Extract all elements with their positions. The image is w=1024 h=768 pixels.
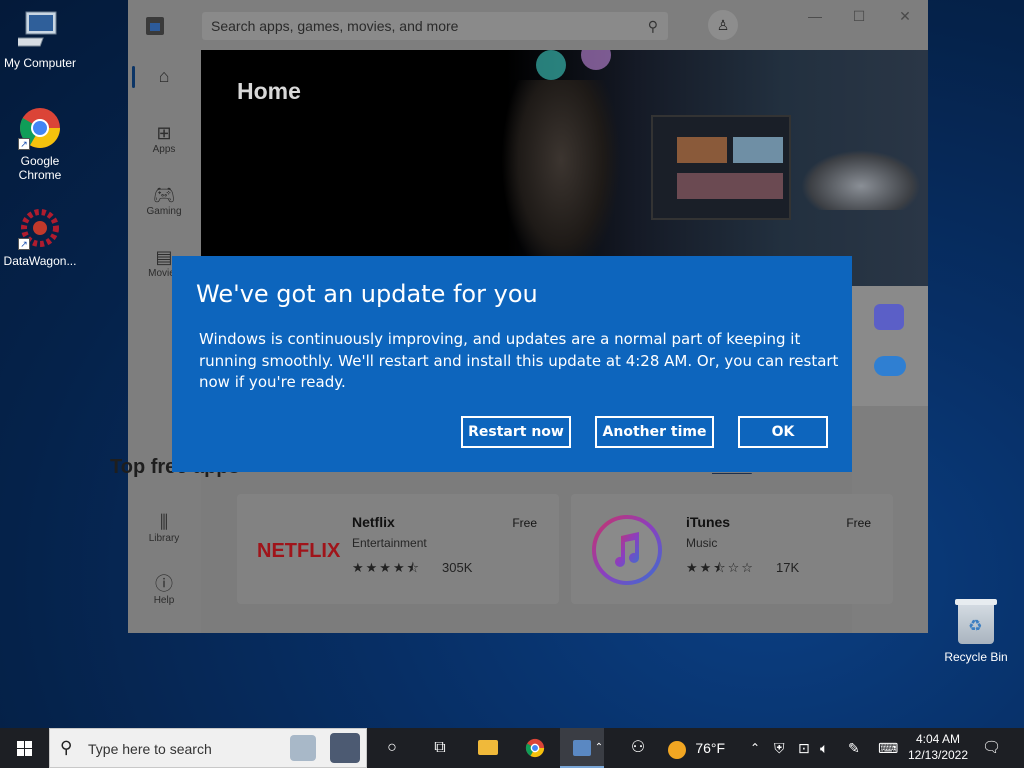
chrome-icon: ↗ (18, 106, 62, 150)
volume-icon[interactable]: 🔈︎ (820, 728, 838, 768)
close-button[interactable]: ✕ (890, 8, 920, 25)
datawagon-icon: ↗ (18, 206, 62, 250)
dialog-message: Windows is continuously improving, and u… (199, 330, 839, 391)
search-icon: ⚲ (60, 738, 73, 757)
taskbar-search-placeholder: Type here to search (88, 741, 212, 757)
weather-sun-icon (668, 740, 686, 759)
hero-person-image (501, 80, 621, 280)
search-highlight-icon (330, 733, 360, 763)
restart-now-button[interactable]: Restart now (461, 416, 571, 448)
search-placeholder: Search apps, games, movies, and more (211, 18, 459, 34)
store-search-input[interactable]: Search apps, games, movies, and more ⚲ (202, 12, 668, 40)
clock-date: 12/13/2022 (907, 748, 969, 762)
hero-title: Home (237, 78, 301, 104)
search-highlight-icon (290, 735, 316, 761)
desktop-icon-label: My Computer (3, 56, 77, 70)
desktop-icon-recycle-bin[interactable]: ♻ Recycle Bin (940, 599, 1012, 664)
app-card-netflix[interactable]: NETFLIX Netflix Entertainment Free ★★★★⯪… (237, 494, 559, 604)
ok-button[interactable]: OK (738, 416, 828, 448)
itunes-logo (585, 514, 667, 586)
teams-icon (874, 304, 904, 330)
netflix-logo: NETFLIX (257, 540, 341, 562)
help-icon: ⓘ (155, 574, 173, 594)
defender-icon[interactable]: ⛨ (774, 728, 792, 768)
maximize-button[interactable]: ☐ (844, 8, 874, 25)
nav-item-gaming[interactable]: 🎮︎ Gaming (128, 184, 200, 217)
hero-car-image (801, 150, 921, 210)
people-icon[interactable]: ⚇ (616, 728, 660, 768)
desktop-icon-label: Recycle Bin (944, 650, 1008, 664)
cortana-icon[interactable]: ○ (370, 728, 414, 768)
task-view-icon[interactable]: ⧉ (418, 728, 462, 768)
taskbar-overflow-icon[interactable]: ⌃ (592, 728, 606, 768)
hero-light (581, 50, 611, 70)
keyboard-icon[interactable]: ⌨ (878, 728, 900, 768)
chrome-taskbar-icon[interactable] (513, 728, 557, 768)
nav-item-home[interactable]: ⌂ (128, 65, 200, 87)
cloud-icon (874, 356, 906, 376)
tray-overflow-icon[interactable]: ⌃ (750, 728, 764, 768)
app-price: Free (512, 516, 537, 530)
computer-icon (7, 8, 62, 52)
weather-widget[interactable]: 76°F (668, 728, 732, 768)
desktop-icon-my-computer[interactable]: My Computer (0, 8, 80, 70)
app-category: Music (686, 536, 718, 550)
taskbar-clock[interactable]: 4:04 AM 12/13/2022 (904, 731, 972, 763)
apps-icon: ⊞ (156, 123, 172, 143)
hero-banner[interactable]: Home (201, 50, 928, 286)
hero-monitor-image (651, 115, 791, 220)
nav-item-library[interactable]: ⫼ Library (128, 511, 200, 544)
nav-item-help[interactable]: ⓘ Help (128, 573, 200, 606)
review-count: 17K (776, 560, 800, 575)
nav-label: Apps (152, 144, 176, 155)
gamepad-icon: 🎮︎ (152, 185, 176, 205)
rating-stars: ★★★★⯪ (352, 560, 421, 575)
notifications-icon[interactable]: 🗨︎ (982, 728, 1002, 768)
another-time-button[interactable]: Another time (595, 416, 714, 448)
app-name: Netflix (352, 514, 395, 530)
dialog-title: We've got an update for you (196, 280, 538, 308)
taskbar-search-box[interactable]: ⚲ Type here to search (49, 728, 367, 768)
desktop-icon-chrome[interactable]: ↗ Google Chrome (0, 106, 80, 182)
app-name: iTunes (686, 514, 731, 530)
nav-label: Help (153, 595, 175, 606)
promo-tile[interactable] (852, 286, 928, 406)
shortcut-arrow-icon: ↗ (18, 138, 30, 150)
weather-temp: 76°F (695, 740, 726, 756)
app-category: Entertainment (352, 536, 427, 550)
clock-time: 4:04 AM (915, 732, 961, 746)
start-button[interactable] (0, 728, 48, 768)
hero-light (536, 50, 566, 80)
desktop-icon-datawagon[interactable]: ↗ DataWagon... (0, 206, 80, 268)
desktop-icon-label: DataWagon... (3, 254, 77, 268)
account-icon[interactable]: ♙ (708, 10, 738, 40)
network-icon[interactable]: ⊡ (798, 728, 816, 768)
minimize-button[interactable]: — (800, 8, 830, 24)
rating-stars: ★★⯪☆☆ (686, 560, 755, 575)
search-icon[interactable]: ⚲ (648, 12, 658, 40)
taskbar: ⚲ Type here to search ○ ⧉ ⌃ ⚇ 76°F ⌃ ⛨ ⊡… (0, 728, 1024, 768)
recycle-bin-icon: ♻ (955, 599, 997, 644)
update-dialog: We've got an update for you Windows is c… (172, 256, 852, 472)
home-icon: ⌂ (158, 66, 170, 86)
shortcut-arrow-icon: ↗ (18, 238, 30, 250)
library-icon: ⫼ (159, 512, 169, 532)
pen-icon[interactable]: ✎ (848, 728, 866, 768)
store-logo-icon (146, 17, 164, 35)
review-count: 305K (442, 560, 473, 575)
app-price: Free (846, 516, 871, 530)
nav-item-apps[interactable]: ⊞ Apps (128, 122, 200, 155)
title-bar: Search apps, games, movies, and more ⚲ ♙… (128, 0, 928, 50)
nav-label: Library (148, 533, 180, 544)
desktop-icon-label: Google Chrome (18, 154, 62, 182)
file-explorer-icon[interactable] (466, 728, 510, 768)
nav-label: Gaming (146, 206, 182, 217)
app-card-itunes[interactable]: iTunes Music Free ★★⯪☆☆ 17K (571, 494, 893, 604)
